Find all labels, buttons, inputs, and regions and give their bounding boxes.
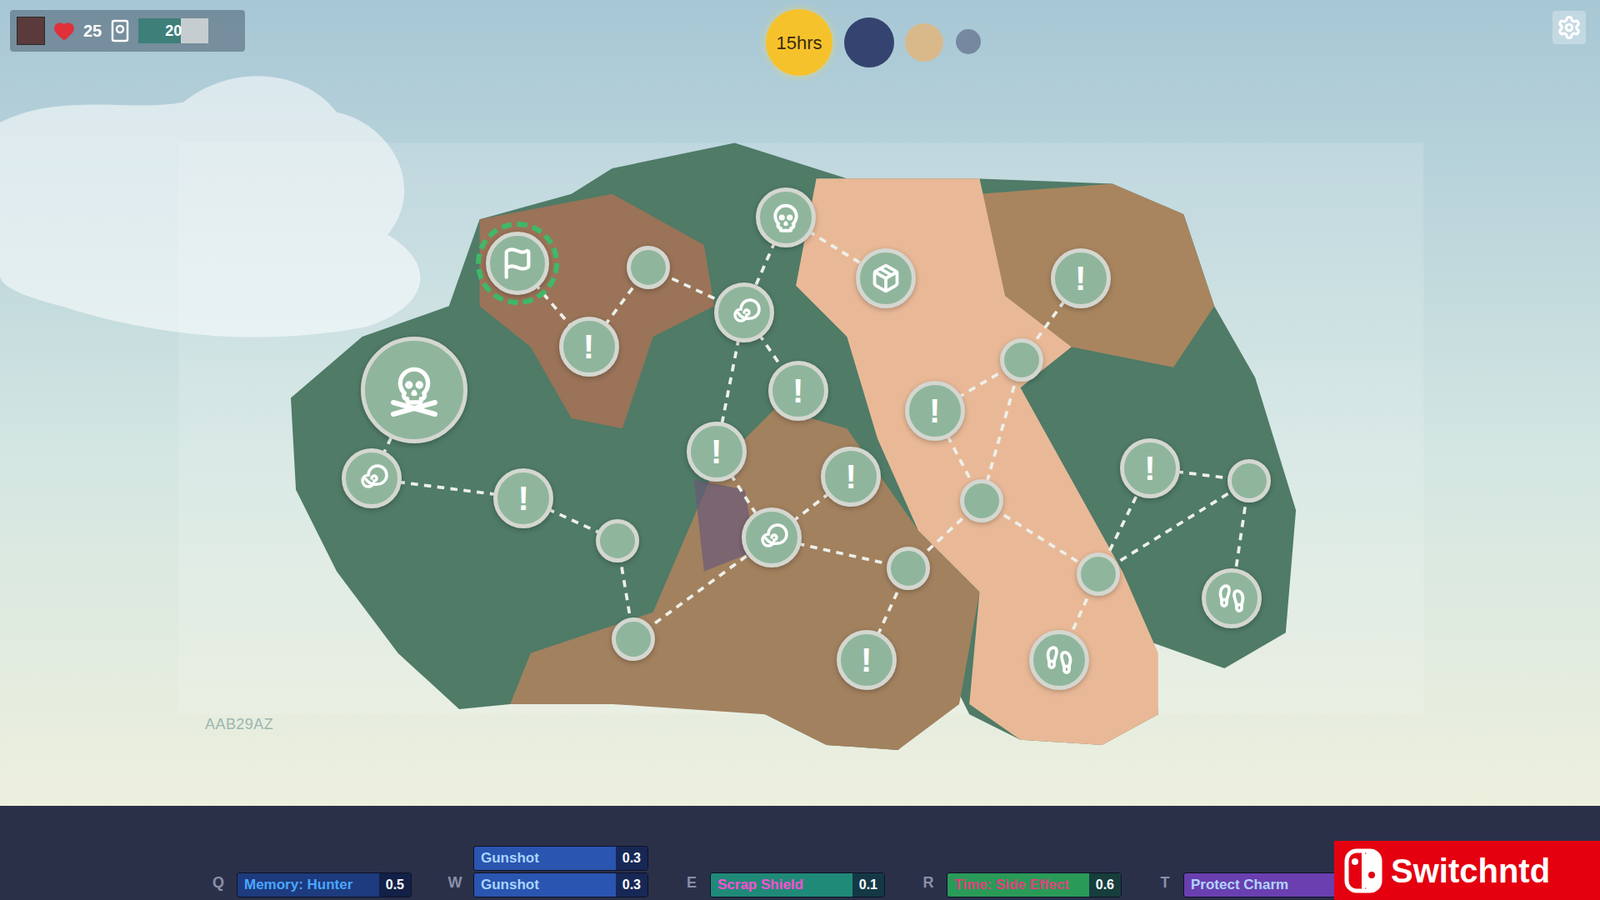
alert-glyph: ! [1144,451,1155,485]
skill-bar[interactable]: Scrap Shield 0.1 [710,872,885,898]
map-node-alert[interactable]: ! [559,316,620,377]
map-node-alert[interactable]: ! [686,421,747,482]
boot-icon [1044,645,1075,675]
alert-glyph: ! [845,460,857,494]
planet [955,29,981,55]
skill-value: 0.3 [615,873,648,897]
map-node-boss[interactable] [360,336,468,444]
skill-key: T [1156,871,1174,895]
skill-slot: W Gunshot 0.3 Gunshot 0.3 [446,845,649,898]
skill-value: 0.1 [852,873,885,897]
map-canvas: !!!!!!!!! AAB29AZ [0,0,1600,900]
map-node-alert[interactable]: ! [820,446,881,507]
skill-value: 0.3 [615,846,648,870]
deck-icon [110,18,130,44]
alert-glyph: ! [517,481,529,515]
skill-bar[interactable]: Gunshot 0.3 [473,845,649,871]
map-node-flag[interactable] [475,221,560,305]
map-node-empty[interactable] [1227,459,1271,503]
skill-name: Time: Side Effect [947,874,1070,896]
swirl-icon [755,520,789,555]
map-seed: AAB29AZ [205,713,274,736]
skill-name: Memory: Hunter [237,874,353,896]
map-node-boot[interactable] [1029,630,1090,690]
alert-glyph: ! [583,330,595,364]
map-node-alert[interactable]: ! [768,360,829,421]
skill-name: Gunshot [474,847,540,870]
skill-name: Scrap Shield [710,874,804,896]
boot-icon [1216,583,1247,614]
deck-bar: 20 [138,18,209,44]
skill-name: Gunshot [474,874,540,896]
chest-icon [870,263,901,294]
skill-bar-panel: Q Memory: Hunter 0.5 W Gunshot 0.3 Gunshot 0.3 E… [0,805,1600,900]
skill-slot: R Time: Side Effect 0.6 [920,871,1122,898]
map-node-empty[interactable] [960,479,1004,523]
map-node-alert[interactable]: ! [1050,248,1111,309]
map-node-skull[interactable] [755,187,816,248]
switch-logo-icon [1344,848,1383,894]
map-node-empty[interactable] [611,617,655,661]
player-hud: 25 20 [10,10,245,52]
gear-icon [1556,15,1582,40]
skull-crossbones-icon [385,360,444,420]
planet [905,23,944,62]
map-node-chest[interactable] [855,248,916,309]
alert-glyph: ! [710,435,722,469]
skill-bar[interactable]: Memory: Hunter 0.5 [236,872,412,898]
swirl-icon [355,461,389,495]
skill-bar[interactable]: Protect Charm [1183,872,1359,898]
skill-name: Protect Charm [1184,874,1289,896]
watermark-text: Switchntd [1390,854,1550,888]
flag-icon [500,246,535,280]
skill-slot: T Protect Charm [1156,871,1359,898]
island-map [0,0,1600,900]
skill-bar[interactable]: Gunshot 0.3 [473,872,649,898]
settings-button[interactable] [1552,10,1586,45]
planet [844,17,895,68]
skill-key: E [683,871,700,895]
game-screen: !!!!!!!!! AAB29AZ 25 20 15hrs Q Memory: Hunter… [0,0,1600,900]
map-node-empty[interactable] [595,519,640,563]
skill-key: Q [210,871,227,895]
map-node-alert[interactable]: ! [493,468,554,529]
clock-label: 15hrs [775,29,822,57]
skill-slot: Q Memory: Hunter 0.5 [210,871,412,898]
map-node-alert[interactable]: ! [905,380,965,441]
alert-glyph: ! [792,374,804,408]
alert-glyph: ! [929,394,940,428]
alert-glyph: ! [860,643,872,677]
skull-icon [770,201,802,234]
map-node-alert[interactable]: ! [1120,438,1180,499]
map-node-swirl[interactable] [714,282,775,343]
health-value: 25 [83,18,102,44]
path-line [1098,480,1250,575]
heart-icon [53,20,75,42]
swirl-icon [727,295,761,330]
skill-key: W [446,871,464,895]
sun-clock: 15hrs [765,9,833,76]
skill-key: R [920,871,937,895]
avatar[interactable] [16,16,45,45]
map-node-swirl[interactable] [741,507,802,568]
map-node-alert[interactable]: ! [836,630,897,690]
skill-value: 0.6 [1089,873,1121,897]
alert-glyph: ! [1075,261,1086,295]
map-node-empty[interactable] [626,245,670,290]
map-node-swirl[interactable] [341,448,402,509]
skill-bar[interactable]: Time: Side Effect 0.6 [946,872,1122,898]
map-node-empty[interactable] [1076,552,1120,596]
skill-slot: E Scrap Shield 0.1 [683,871,885,898]
watermark: Switchntd [1334,840,1600,900]
map-node-boot[interactable] [1201,568,1262,629]
map-node-empty[interactable] [1000,338,1044,382]
skill-value: 0.5 [379,873,411,897]
map-node-empty[interactable] [886,546,930,590]
